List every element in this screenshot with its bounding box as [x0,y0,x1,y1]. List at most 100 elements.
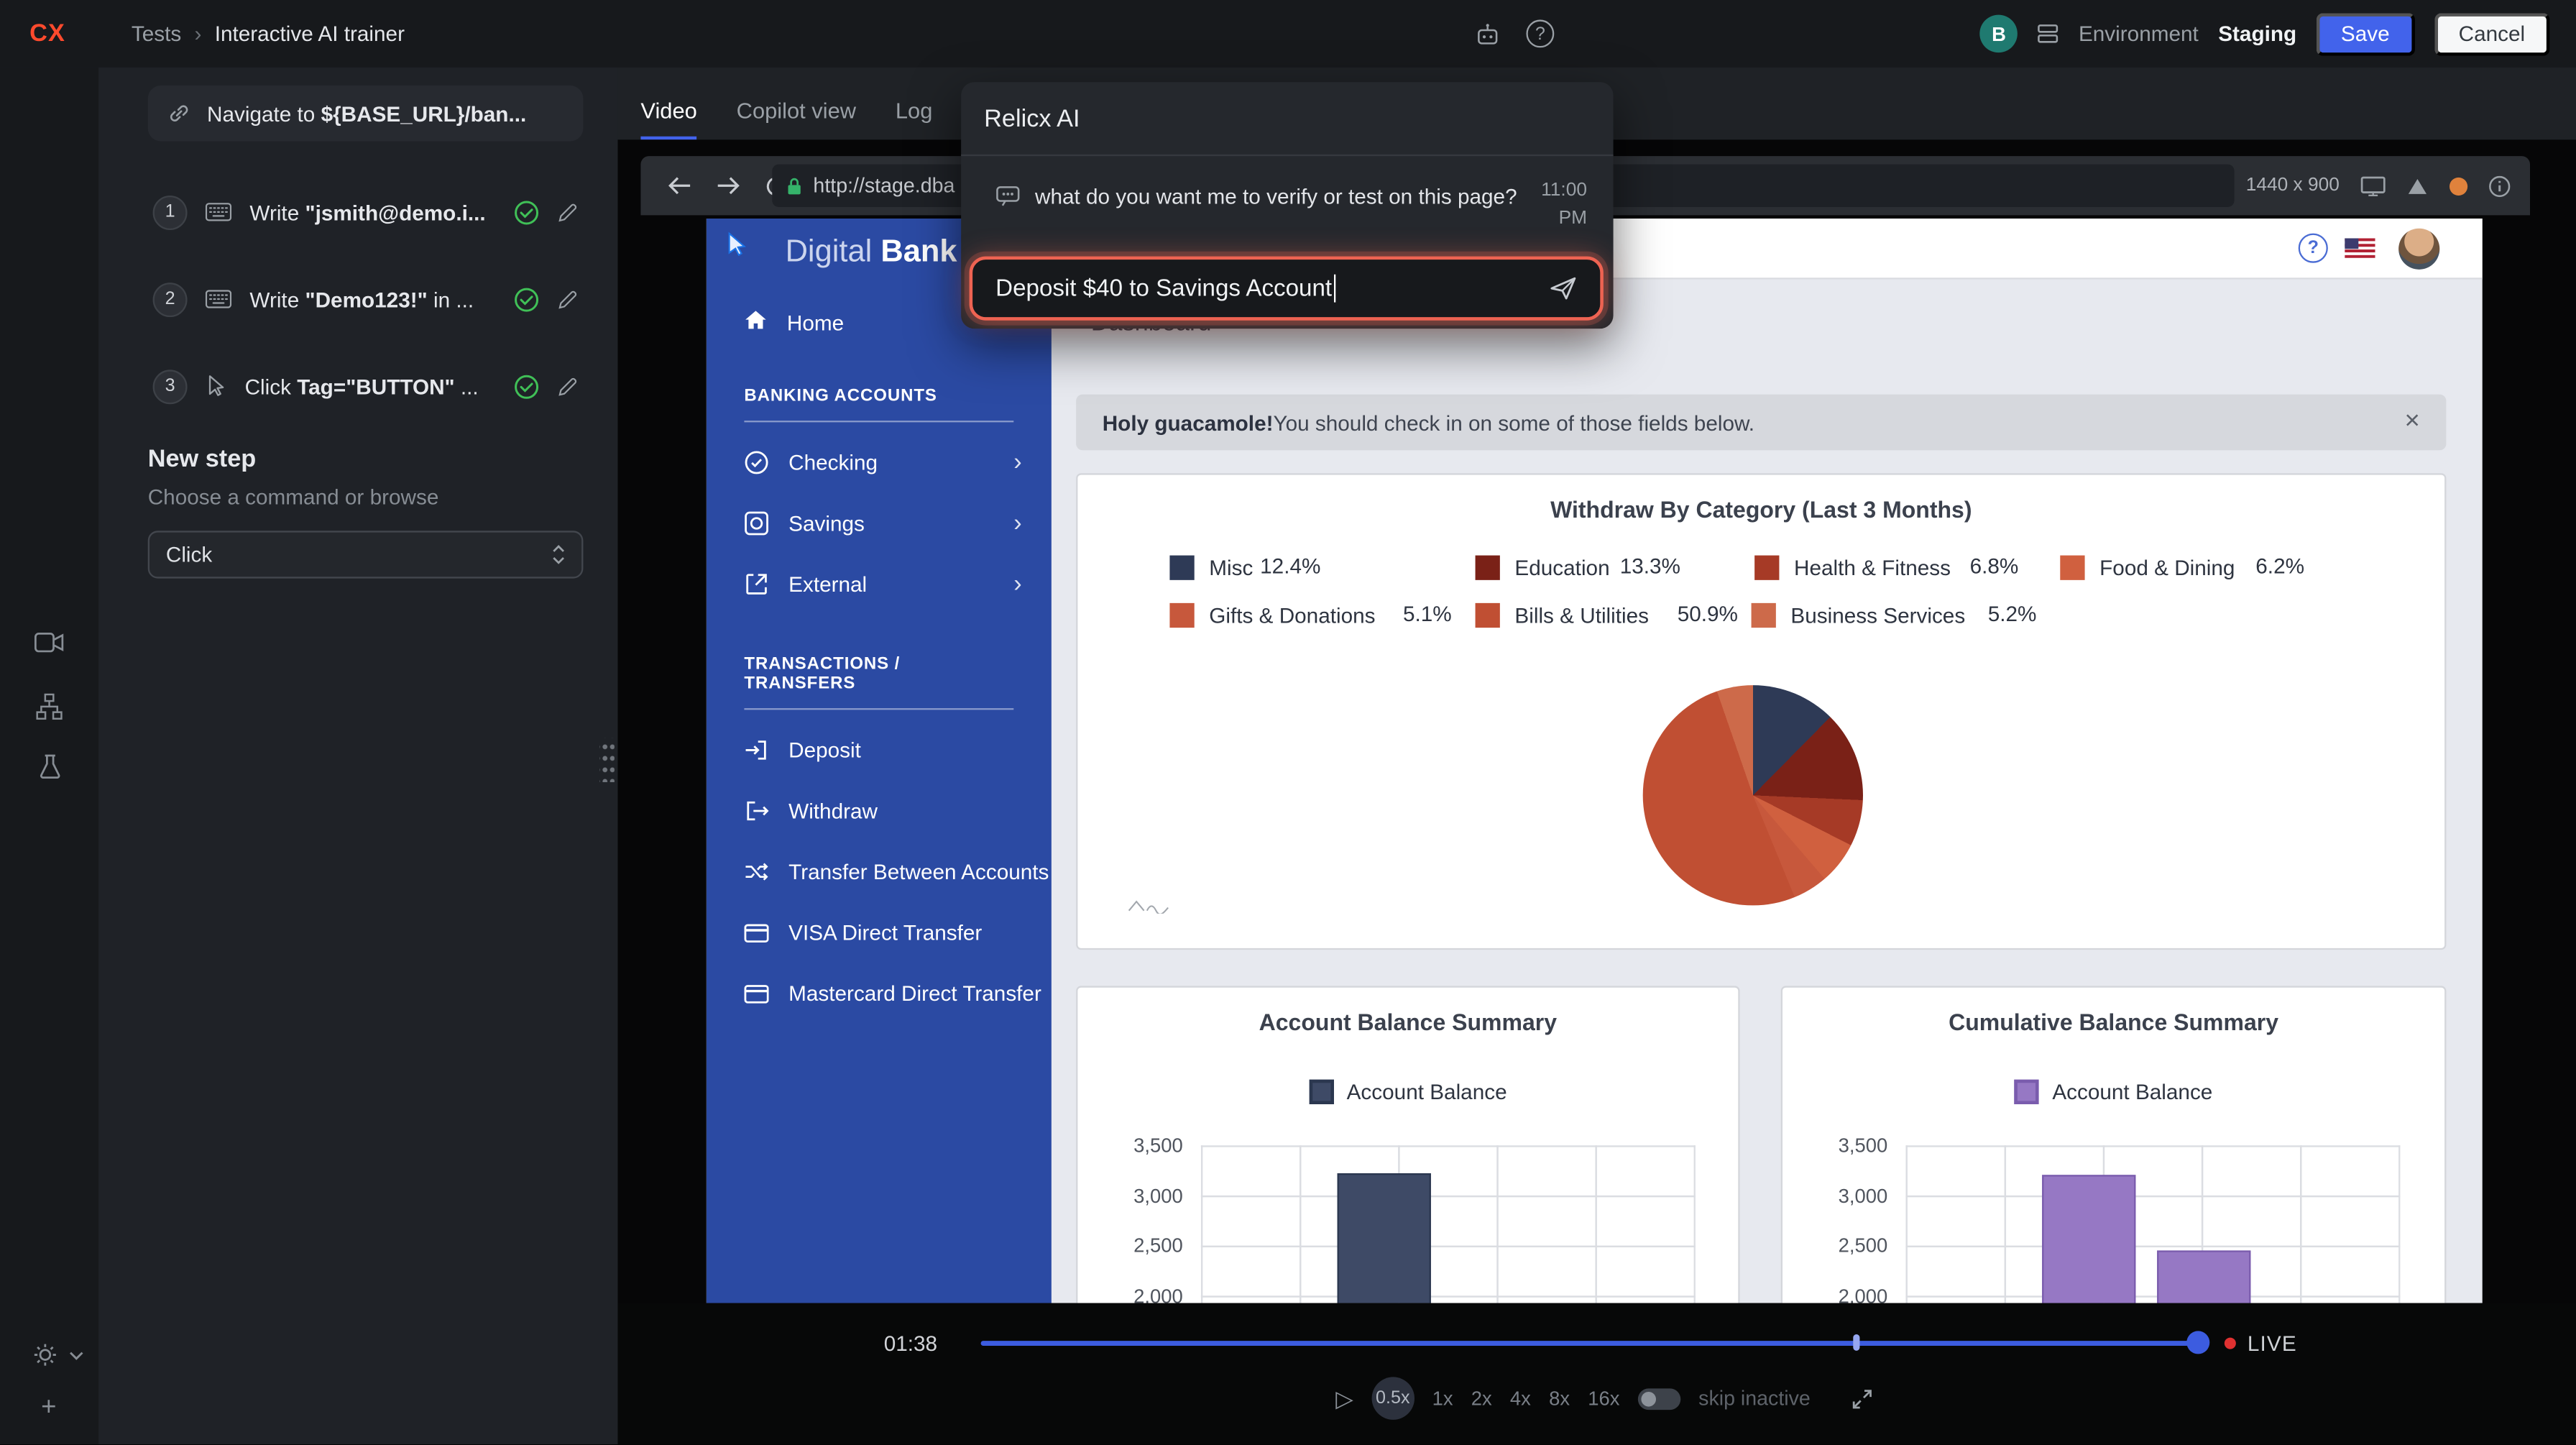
warning-triangle-icon[interactable] [2407,177,2429,195]
panel-resize-handle[interactable] [599,738,615,782]
skip-inactive-toggle[interactable] [1638,1387,1680,1409]
recordings-camera-icon[interactable] [34,633,64,652]
flows-sitemap-icon[interactable] [36,694,63,720]
speed-option-4x[interactable]: 4x [1510,1387,1531,1410]
bank-nav-section-title: BANKING ACCOUNTS [744,386,1013,422]
bank-nav-item-external[interactable]: External › [707,554,1052,615]
progress-knob[interactable] [2186,1331,2209,1354]
step-edit-icon[interactable] [557,375,579,397]
progress-marker[interactable] [1853,1334,1859,1351]
live-dot-icon [2225,1338,2236,1349]
bank-nav-item-checking[interactable]: Checking › [707,432,1052,493]
video-controls-bar: 01:38 LIVE ▷ 0.5x1x2x4x8x16x skip inacti… [617,1303,2576,1445]
user-avatar[interactable]: B [1980,15,2018,53]
tab-copilot-view[interactable]: Copilot view [737,98,856,139]
tab-video[interactable]: Video [640,98,696,139]
bank-nav-label: VISA Direct Transfer [788,920,982,945]
step-edit-icon[interactable] [557,201,579,223]
forward-arrow-icon[interactable] [717,176,741,196]
new-step-subtitle: Choose a command or browse [148,485,584,509]
pie-legend-item: Health & Fitness [1754,554,1951,580]
card-icon [744,922,768,942]
environment-value[interactable]: Staging [2218,22,2296,46]
test-steps-panel: Navigate to ${BASE_URL}/ban... 1 Write "… [98,68,617,1445]
step-number-badge: 3 [153,369,188,403]
cursor-icon [206,375,227,398]
us-flag-icon[interactable] [2345,238,2375,257]
pie-legend-value: 5.2% [1988,602,2037,628]
alert-close-icon[interactable]: × [2405,409,2420,436]
breadcrumb-page-title: Interactive AI trainer [215,22,405,46]
bank-nav-item-withdraw[interactable]: Withdraw [707,781,1052,842]
bank-nav-item-transfer-between-accounts[interactable]: Transfer Between Accounts [707,841,1052,902]
ai-robot-icon[interactable] [1476,22,1500,45]
step-edit-icon[interactable] [557,288,579,310]
y-axis-tick-label: 3,500 [1077,1134,1182,1157]
navigate-step-text: Navigate to ${BASE_URL}/ban... [207,101,526,126]
back-arrow-icon[interactable] [667,176,691,196]
step-row[interactable]: 3 Click Tag="BUTTON" ... [148,358,584,414]
mouse-cursor-icon [728,231,746,265]
legend-swatch [1309,1080,1333,1104]
legend-swatch [2015,1080,2039,1104]
command-select-value: Click [166,542,212,566]
pie-legend-item: Business Services [1752,602,1966,628]
step-number-badge: 2 [153,282,188,316]
bank-nav-label: Withdraw [788,799,878,823]
y-axis-tick-label: 2,000 [1077,1284,1182,1303]
browser-meta-group: 1440 x 900 [2246,156,2511,215]
help-icon[interactable]: ? [1526,19,1554,47]
bank-nav-label: Savings [788,511,865,536]
speed-option-8x[interactable]: 8x [1549,1387,1570,1410]
topbar-icon-group: ? [1476,0,1555,68]
play-icon[interactable]: ▷ [1335,1385,1353,1413]
step-success-icon [514,200,538,224]
environment-icon[interactable] [2038,23,2059,45]
tab-log[interactable]: Log [896,98,933,139]
steps-list: 1 Write "jsmith@demo.i... 2 Write "Demo1… [148,184,584,414]
bar [2157,1251,2250,1303]
tests-flask-icon[interactable] [40,754,61,779]
chevron-down-icon[interactable] [69,1351,84,1361]
step-success-icon [514,287,538,311]
bank-nav-item-savings[interactable]: Savings › [707,493,1052,554]
transfer-icon [744,861,768,883]
breadcrumb-tests[interactable]: Tests [132,22,181,46]
pie-legend-value: 6.2% [2255,554,2304,580]
bank-user-avatar[interactable] [2398,229,2439,270]
bar-chart-title: Cumulative Balance Summary [1782,1009,2444,1035]
fullscreen-icon[interactable] [1852,1387,1873,1409]
info-icon[interactable] [2489,175,2511,196]
bank-nav-label: Deposit [788,738,861,762]
app-logo[interactable]: CX [29,19,65,47]
monitor-icon[interactable] [2361,175,2386,196]
speed-option-0.5x[interactable]: 0.5x [1371,1377,1414,1419]
progress-bar[interactable] [981,1341,2205,1346]
bank-nav-item-visa-direct-transfer[interactable]: VISA Direct Transfer [707,902,1052,963]
live-label: LIVE [2248,1331,2297,1355]
command-select[interactable]: Click [148,531,584,578]
keyboard-icon [206,289,232,308]
status-dot-icon[interactable] [2450,177,2467,195]
navigate-step-row[interactable]: Navigate to ${BASE_URL}/ban... [148,86,584,142]
send-icon[interactable] [1549,276,1577,301]
pie-legend-value: 5.1% [1403,602,1452,628]
bank-nav-label: Mastercard Direct Transfer [788,981,1041,1006]
bank-nav-item-deposit[interactable]: Deposit [707,720,1052,781]
speed-option-1x[interactable]: 1x [1432,1387,1453,1410]
add-plus-icon[interactable]: + [41,1393,56,1423]
save-button[interactable]: Save [2317,12,2414,55]
settings-gear-icon[interactable] [33,1342,58,1367]
bar-chart-title: Account Balance Summary [1077,1009,1738,1035]
bank-help-icon[interactable]: ? [2299,234,2328,263]
cumulative-balance-card: Cumulative Balance Summary Account Balan… [1781,986,2447,1303]
step-row[interactable]: 1 Write "jsmith@demo.i... [148,184,584,240]
speed-option-16x[interactable]: 16x [1588,1387,1619,1410]
cancel-button[interactable]: Cancel [2434,12,2549,55]
speed-option-2x[interactable]: 2x [1471,1387,1492,1410]
breadcrumb: Tests › Interactive AI trainer [132,0,405,68]
ai-command-input[interactable]: Deposit $40 to Savings Account [970,257,1604,321]
bank-nav-item-mastercard-direct-transfer[interactable]: Mastercard Direct Transfer [707,963,1052,1024]
step-row[interactable]: 2 Write "Demo123!" in ... [148,271,584,327]
video-player-stage: http://stage.dba 1440 x 900 [617,139,2576,1445]
